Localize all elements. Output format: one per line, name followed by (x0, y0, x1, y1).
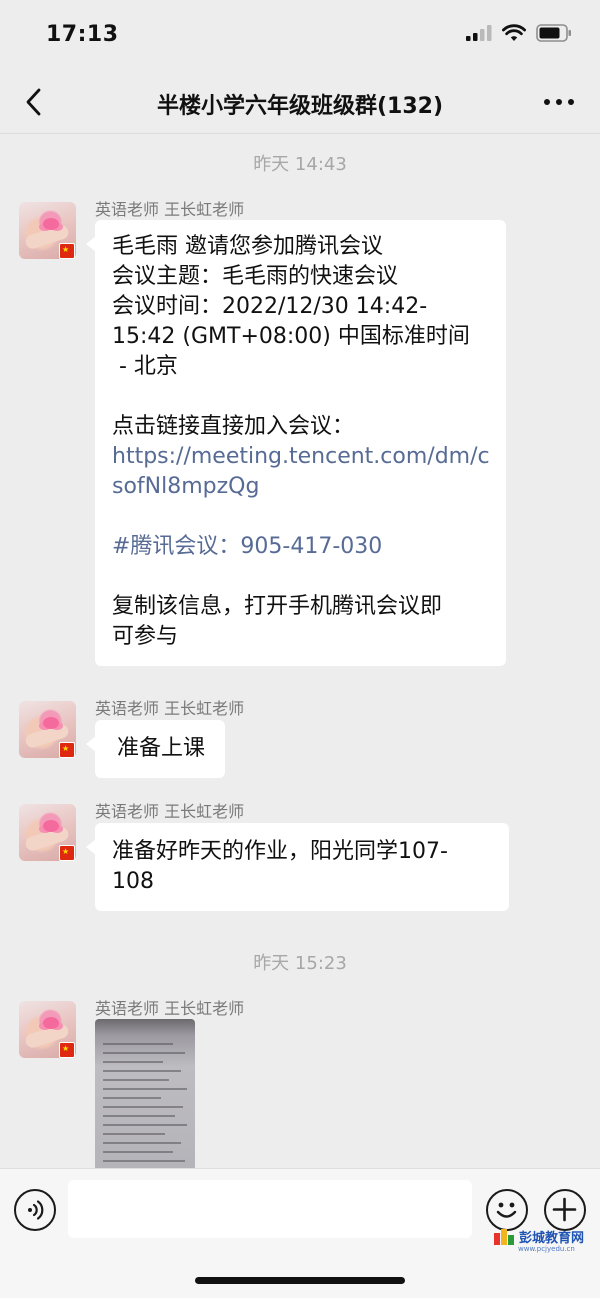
message-line: 复制该信息，打开手机腾讯会议即 (112, 594, 443, 619)
time-divider: 昨天 14:43 (253, 154, 347, 175)
more-button[interactable] (542, 90, 576, 114)
message-bubble[interactable]: 准备好昨天的作业，阳光同学107- 108 (86, 823, 509, 911)
battery-icon (536, 24, 571, 42)
sender-name: 英语老师 王长虹老师 (95, 999, 245, 1018)
message-gap (112, 382, 490, 412)
more-actions-button[interactable] (544, 1189, 586, 1231)
message-input[interactable] (68, 1180, 472, 1238)
emoji-icon (496, 1202, 517, 1218)
message-gap (112, 502, 490, 532)
message-line: 会议时间：2022/12/30 14:42- (112, 294, 428, 319)
home-indicator (195, 1277, 405, 1284)
message-list[interactable]: 昨天 14:43 ★ 英语老师 王长虹老师 毛毛雨 邀请您参加腾讯会议 会议主题… (0, 135, 600, 1168)
signal-icon (466, 25, 492, 41)
meeting-link[interactable]: https://meeting.tencent.com/dm/c (112, 442, 490, 472)
chat-title: 半楼小学六年级班级群(132) (156, 94, 444, 119)
wifi-icon (502, 24, 526, 41)
watermark-url: www.pcjyedu.cn (518, 1245, 575, 1253)
watermark-logo-icon (494, 1229, 514, 1245)
flag-icon: ★ (59, 243, 75, 259)
meeting-hashtag-link[interactable]: #腾讯会议：905-417-030 (112, 532, 490, 562)
meeting-link[interactable]: sofNl8mpzQg (112, 472, 490, 502)
message-line: - 北京 (112, 354, 178, 379)
flag-icon: ★ (59, 1042, 75, 1058)
input-bar: 彭城教育网 www.pcjyedu.cn (0, 1168, 600, 1298)
emoji-button[interactable] (486, 1189, 528, 1231)
message-line: 108 (112, 869, 154, 894)
message-line: 点击链接直接加入会议： (112, 414, 355, 439)
status-bar: 17:13 (0, 0, 600, 70)
message-bubble[interactable]: 毛毛雨 邀请您参加腾讯会议 会议主题：毛毛雨的快速会议 会议时间：2022/12… (86, 220, 506, 666)
message-bubble[interactable]: 准备上课 (85, 720, 226, 778)
flag-icon: ★ (59, 742, 75, 758)
message-line: 会议主题：毛毛雨的快速会议 (112, 264, 399, 289)
watermark-text: 彭城教育网 (519, 1231, 585, 1246)
message-line: 毛毛雨 邀请您参加腾讯会议 (112, 234, 383, 259)
voice-button[interactable] (14, 1189, 56, 1231)
chat-header: 半楼小学六年级班级群(132) (0, 70, 600, 134)
sender-name: 英语老师 王长虹老师 (95, 200, 245, 219)
time-divider: 昨天 15:23 (253, 953, 347, 974)
voice-icon (28, 1200, 44, 1220)
message-line: 15:42 (GMT+08:00) 中国标准时间 (112, 324, 470, 349)
sender-name: 英语老师 王长虹老师 (95, 802, 245, 821)
status-time: 17:13 (46, 22, 119, 47)
sender-name: 英语老师 王长虹老师 (95, 699, 245, 718)
more-dots-icon (544, 99, 574, 105)
plus-icon (552, 1197, 577, 1222)
message-line: 准备上课 (117, 736, 206, 761)
message-line: 可参与 (112, 624, 179, 649)
message-line: 准备好昨天的作业，阳光同学107- (112, 839, 448, 864)
flag-icon: ★ (59, 845, 75, 861)
status-icons (466, 24, 572, 42)
message-gap (112, 562, 490, 592)
image-message[interactable] (95, 1019, 195, 1168)
